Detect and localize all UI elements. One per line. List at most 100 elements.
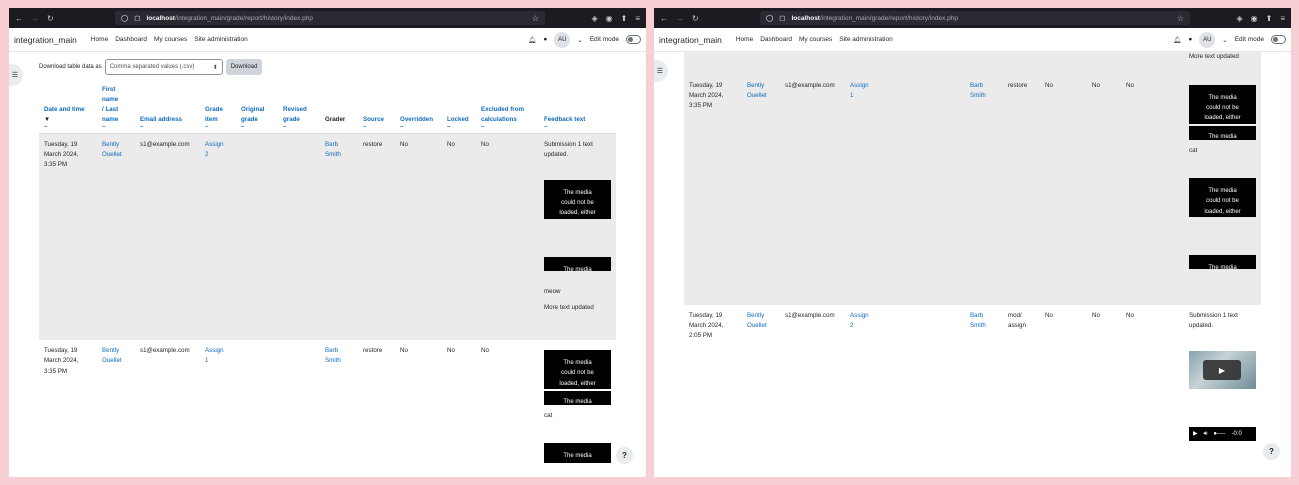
account-icon[interactable]: ◉ [1251,14,1258,23]
download-bar: Download table data as Comma separated v… [39,58,616,76]
avatar[interactable]: AU [1199,31,1216,48]
col-excluded[interactable]: Excluded from calculations – [476,82,539,134]
col-overridden[interactable]: Overridden – [395,82,442,134]
browser-window-right: ← → ↻ ◯ ▢ localhost/integration_main/gra… [654,8,1291,477]
cell-user-link[interactable]: Bently Ouellet [742,75,780,305]
back-icon[interactable]: ← [15,14,23,23]
course-index-button[interactable]: ☰ [9,64,23,86]
volume-icon[interactable]: 🔊︎ [1204,430,1208,440]
play-icon[interactable]: ▶ [1193,430,1198,440]
media-error-box[interactable]: The media could not be loaded, either [1189,178,1256,218]
edit-mode-toggle[interactable] [626,35,641,44]
url-host: localhost [146,14,175,22]
nav-my-courses[interactable]: My courses [799,36,832,43]
col-original-grade[interactable]: Original grade – [236,82,278,134]
cell-locked: No [442,133,476,341]
cell-grade-item-link[interactable]: Assign 1 [200,340,236,469]
cell-user-link[interactable]: Bently Ouellet [97,133,135,341]
audio-progress[interactable]: ●── [1213,430,1225,440]
cell-grade-item-link[interactable]: Assign 1 [845,75,881,305]
download-button[interactable]: Download [225,59,263,75]
bookmark-star-icon[interactable]: ☆ [1177,14,1184,23]
play-icon[interactable]: ▶ [1203,360,1241,381]
chat-icon[interactable]: ● [543,36,547,43]
pocket-icon[interactable]: ◈ [1236,14,1242,23]
url-bar[interactable]: ◯ ▢ localhost/integration_main/grade/rep… [115,11,545,25]
cell-overridden: No [400,347,408,355]
cell-excluded: No [1121,75,1184,305]
cell-revised-grade [278,133,320,341]
cell-grader-link[interactable]: Barb Smith [965,305,1003,447]
cell-source: restore [1003,75,1040,305]
media-error-box[interactable]: The media could not be loaded, either [1189,85,1256,124]
col-source[interactable]: Source – [358,82,395,134]
col-grade-item[interactable]: Grade item – [200,82,236,134]
cell-grader-link[interactable]: Barb Smith [320,340,358,469]
nav-dashboard[interactable]: Dashboard [760,36,792,43]
browser-window-left: ← → ↻ ◯ ▢ localhost/integration_main/gra… [9,8,646,477]
course-index-button[interactable]: ☰ [654,60,668,82]
bell-icon[interactable]: 🔔︎ [528,36,536,44]
extensions-icon[interactable]: ⬆ [621,14,628,23]
nav-site-administration[interactable]: Site administration [839,36,892,43]
nav-site-administration[interactable]: Site administration [194,36,247,43]
nav-dashboard[interactable]: Dashboard [115,36,147,43]
account-icon[interactable]: ◉ [606,14,613,23]
download-format-select[interactable]: Comma separated values (.csv) ⬍ [104,59,223,75]
nav-home[interactable]: Home [736,36,753,43]
cell-user-link[interactable]: Bently Ouellet [97,340,135,469]
cell-email: s1@example.com [140,347,190,355]
media-error-box[interactable]: The media [544,443,611,464]
bookmark-star-icon[interactable]: ☆ [532,14,539,23]
feedback-cat: cat [544,412,553,420]
media-error-box[interactable]: The media [544,257,611,272]
cell-email: s1@example.com [785,312,835,319]
cell-grade-item-link[interactable]: Assign 2 [200,133,236,341]
help-button[interactable]: ? [616,447,633,464]
menu-icon[interactable]: ≡ [1280,14,1285,23]
cell-revised-grade [923,75,965,305]
cell-grade-item-link[interactable]: Assign 2 [845,305,881,447]
chevron-down-icon[interactable]: ⌄ [577,36,582,44]
reload-icon[interactable]: ↻ [47,14,54,23]
cell-excluded: No [476,133,539,341]
url-path: /integration_main/grade/report/history/i… [174,14,314,22]
chevron-down-icon[interactable]: ⌄ [1222,36,1227,44]
reload-icon[interactable]: ↻ [692,14,699,23]
pocket-icon[interactable]: ◈ [591,14,597,23]
nav-my-courses[interactable]: My courses [154,36,187,43]
nav-home[interactable]: Home [91,36,108,43]
list-icon: ☰ [11,72,18,79]
url-bar[interactable]: ◯ ▢ localhost/integration_main/grade/rep… [760,11,1190,25]
avatar[interactable]: AU [554,31,571,48]
menu-icon[interactable]: ≡ [635,14,640,23]
audio-player[interactable]: ▶ 🔊︎ ●── -0:0 [1189,427,1256,442]
site-name[interactable]: integration_main [14,35,77,45]
extensions-icon[interactable]: ⬆ [1266,14,1273,23]
chat-icon[interactable]: ● [1188,36,1192,43]
media-error-box[interactable]: The media could not be loaded, either [544,350,611,390]
col-email[interactable]: Email address – [135,82,200,134]
cell-user-link[interactable]: Bently Ouellet [742,305,780,447]
media-error-box[interactable]: The media [1189,126,1256,140]
site-name[interactable]: integration_main [659,35,722,45]
col-name[interactable]: First name / Last name – [97,82,135,134]
media-error-box[interactable]: The media [544,391,611,406]
media-error-box[interactable]: The media [1189,255,1256,270]
col-feedback[interactable]: Feedback text – [539,82,616,134]
edit-mode-toggle[interactable] [1271,35,1286,44]
back-icon[interactable]: ← [660,14,668,23]
bell-icon[interactable]: 🔔︎ [1173,36,1181,44]
col-date-time[interactable]: Date and time ▼ – [39,82,97,134]
forward-icon[interactable]: → [31,14,39,23]
grade-history-table: More text updated Tuesday, 19 March 2024,… [684,52,1261,447]
col-revised-grade[interactable]: Revised grade – [278,82,320,134]
cell-grader-link[interactable]: Barb Smith [320,133,358,341]
forward-icon[interactable]: → [676,14,684,23]
col-locked[interactable]: Locked – [442,82,476,134]
media-error-box[interactable]: The media could not be loaded, either [544,180,611,220]
video-player[interactable]: ▶ [1189,351,1256,390]
help-button[interactable]: ? [1263,443,1280,460]
cell-grader-link[interactable]: Barb Smith [965,75,1003,305]
table-row: Tuesday, 19 March 2024, 3:35 PM Bently Ouel… [39,340,616,469]
